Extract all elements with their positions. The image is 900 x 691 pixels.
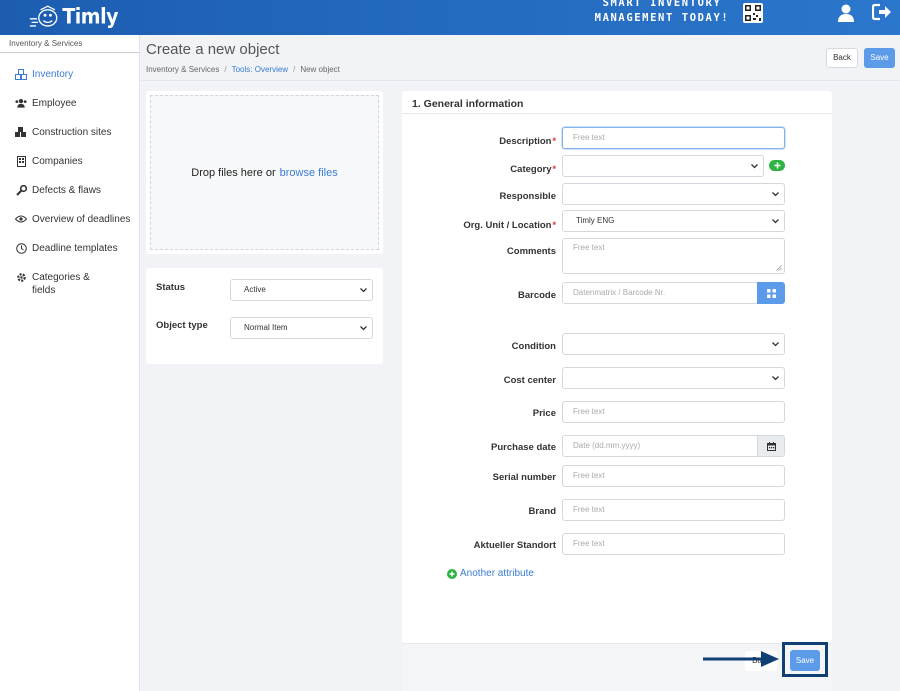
- wrench-icon: [15, 184, 27, 196]
- barcode-input[interactable]: Datenmatrix / Barcode Nr.: [562, 282, 758, 304]
- logout-icon[interactable]: [872, 3, 892, 21]
- logo-text: Timly: [62, 4, 118, 30]
- eye-icon: [15, 213, 27, 225]
- chevron-down-icon: [772, 376, 779, 381]
- comments-label: Comments: [506, 246, 556, 257]
- price-label: Price: [532, 408, 556, 419]
- barcode-label: Barcode: [517, 290, 556, 301]
- category-label: Category*: [510, 164, 556, 175]
- serial-number-input[interactable]: Free text: [562, 465, 785, 487]
- add-attribute-link[interactable]: Another attribute: [447, 568, 534, 579]
- condition-select[interactable]: [562, 333, 785, 355]
- status-select[interactable]: Active: [230, 279, 373, 301]
- standort-input[interactable]: Free text: [562, 533, 785, 555]
- breadcrumb-item-current: New object: [300, 65, 340, 74]
- comments-textarea[interactable]: Free text: [562, 238, 785, 274]
- qr-scan-icon: [766, 288, 776, 298]
- plus-circle-icon: [447, 568, 457, 579]
- calendar-icon: [766, 441, 776, 451]
- chevron-down-icon: [751, 164, 758, 169]
- clock-icon: [15, 242, 27, 254]
- page-title: Create a new object: [146, 41, 280, 58]
- object-type-label: Object type: [156, 320, 208, 331]
- arrow-annotation-icon: [703, 651, 779, 667]
- status-label: Status: [156, 282, 186, 293]
- responsible-label: Responsible: [499, 191, 557, 202]
- section-divider: [402, 113, 832, 114]
- sidebar-item-categories[interactable]: Categories & fields: [0, 271, 139, 297]
- gear-icon: [15, 271, 27, 283]
- cost-center-select[interactable]: [562, 367, 785, 389]
- top-bar: Timly SMART INVENTORY MANAGEMENT TODAY!: [0, 0, 900, 35]
- brand-input[interactable]: Free text: [562, 499, 785, 521]
- qr-code-icon[interactable]: [743, 3, 763, 23]
- sidebar-item-employee[interactable]: Employee: [0, 97, 139, 110]
- sidebar-section-title: Inventory & Services: [0, 35, 139, 53]
- sidebar-item-deadline-templates[interactable]: Deadline templates: [0, 242, 139, 255]
- breadcrumb: Inventory & Services / Tools: Overview /…: [146, 65, 340, 74]
- price-input[interactable]: Free text: [562, 401, 785, 423]
- building-icon: [15, 155, 27, 167]
- sidebar-item-construction-sites[interactable]: Construction sites: [0, 126, 139, 139]
- description-input[interactable]: Free text: [562, 127, 785, 149]
- status-card: Status Active Object type Normal Item: [146, 268, 383, 364]
- header-divider: [141, 80, 900, 81]
- standort-label: Aktueller Standort: [473, 540, 556, 551]
- back-button[interactable]: Back: [826, 48, 858, 68]
- user-icon[interactable]: [836, 3, 856, 23]
- timly-logo[interactable]: Timly: [28, 2, 118, 32]
- browse-files-link[interactable]: browse files: [280, 167, 338, 179]
- logo-mascot-icon: [29, 5, 58, 27]
- purchase-date-label: Purchase date: [491, 442, 556, 453]
- chevron-down-icon: [772, 219, 779, 224]
- file-upload-card: Drop files here or browse files: [146, 91, 383, 254]
- sidebar-item-defects[interactable]: Defects & flaws: [0, 184, 139, 197]
- category-select[interactable]: [562, 155, 764, 177]
- location-select[interactable]: Timly ENG: [562, 210, 785, 232]
- object-type-select[interactable]: Normal Item: [230, 317, 373, 339]
- plus-icon: [774, 162, 780, 169]
- sites-icon: [15, 126, 27, 138]
- chevron-down-icon: [360, 288, 367, 293]
- chevron-down-icon: [360, 326, 367, 331]
- serial-number-label: Serial number: [492, 472, 556, 483]
- save-button-top[interactable]: Save: [864, 48, 895, 68]
- sidebar-item-companies[interactable]: Companies: [0, 155, 139, 168]
- breadcrumb-item-inventory[interactable]: Inventory & Services: [146, 65, 219, 74]
- description-label: Description*: [499, 136, 556, 147]
- add-category-button[interactable]: [769, 160, 785, 171]
- users-icon: [15, 97, 27, 109]
- save-button-bottom[interactable]: Save: [790, 650, 820, 671]
- dropzone-text: Drop files here or: [191, 166, 276, 179]
- boxes-icon: [15, 68, 27, 80]
- header-slogan: SMART INVENTORY MANAGEMENT TODAY!: [594, 0, 730, 24]
- section-title: 1. General information: [412, 98, 524, 110]
- chevron-down-icon: [772, 342, 779, 347]
- general-info-card: [402, 91, 832, 691]
- date-picker-button[interactable]: [757, 435, 785, 457]
- cost-center-label: Cost center: [503, 375, 556, 386]
- purchase-date-input[interactable]: Date (dd.mm.yyyy): [562, 435, 758, 457]
- condition-label: Condition: [511, 341, 556, 352]
- location-label: Org. Unit / Location*: [463, 220, 556, 231]
- sidebar-item-inventory[interactable]: Inventory: [0, 68, 139, 81]
- chevron-down-icon: [772, 192, 779, 197]
- resize-handle-icon[interactable]: [776, 265, 782, 271]
- file-dropzone[interactable]: Drop files here or browse files: [150, 95, 379, 250]
- brand-label: Brand: [528, 506, 556, 517]
- barcode-scan-button[interactable]: [757, 282, 785, 304]
- sidebar-item-deadlines-overview[interactable]: Overview of deadlines: [0, 213, 139, 226]
- breadcrumb-item-tools[interactable]: Tools: Overview: [232, 65, 288, 74]
- responsible-select[interactable]: [562, 183, 785, 205]
